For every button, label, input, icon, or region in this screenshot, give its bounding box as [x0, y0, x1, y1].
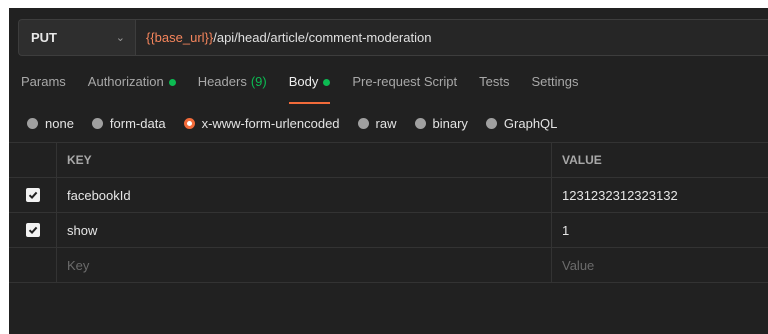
radio-label: raw — [375, 115, 397, 131]
status-dot-icon — [168, 79, 176, 86]
header-check-cell — [9, 143, 57, 177]
request-tabs: Params Authorization Headers (9) Body Pre… — [21, 74, 600, 104]
column-header-key: KEY — [57, 143, 552, 177]
tab-tests[interactable]: Tests — [479, 74, 509, 104]
row-check-cell — [9, 248, 57, 282]
radio-icon — [485, 117, 497, 129]
body-type-form-data[interactable]: form-data — [91, 115, 166, 131]
headers-count: (9) — [250, 74, 267, 89]
body-type-none[interactable]: none — [27, 116, 74, 131]
body-type-graphql[interactable]: GraphQL — [485, 115, 558, 131]
tab-label: Authorization — [87, 74, 164, 89]
row-check-cell — [9, 178, 57, 212]
table-row: facebookId 1231232312323132 — [9, 178, 768, 213]
body-type-options: none form-data x-www-form-urlencoded raw… — [27, 114, 575, 132]
body-type-raw[interactable]: raw — [357, 115, 397, 131]
radio-icon — [27, 117, 38, 129]
body-type-urlencoded[interactable]: x-www-form-urlencoded — [183, 115, 340, 131]
row-check-cell — [9, 213, 57, 247]
params-table: KEY VALUE facebookId 1231232312323132 sh… — [9, 142, 768, 283]
tab-headers[interactable]: Headers (9) — [198, 74, 267, 104]
tab-label: Settings — [531, 74, 579, 89]
table-header-row: KEY VALUE — [9, 142, 768, 178]
postman-request-panel: PUT ⌄ {{base_url}}/api/head/article/comm… — [9, 8, 768, 334]
radio-icon — [357, 117, 369, 129]
tab-settings[interactable]: Settings — [531, 74, 578, 104]
tab-label: Tests — [479, 74, 510, 89]
radio-label: x-www-form-urlencoded — [201, 115, 340, 131]
table-row: show 1 — [9, 213, 768, 248]
row-key[interactable]: facebookId — [57, 178, 552, 212]
tab-authorization[interactable]: Authorization — [88, 74, 176, 104]
tab-label: Headers — [197, 74, 247, 89]
tab-label: Pre-request Script — [352, 74, 458, 89]
radio-label: GraphQL — [503, 115, 558, 131]
radio-label: form-data — [109, 115, 166, 131]
tab-label: Body — [288, 74, 319, 89]
radio-icon — [414, 117, 426, 129]
radio-label: binary — [432, 115, 468, 131]
method-select[interactable]: PUT ⌄ — [18, 19, 135, 56]
body-type-binary[interactable]: binary — [414, 115, 468, 131]
column-header-value: VALUE — [562, 153, 602, 167]
row-key[interactable]: show — [57, 213, 552, 247]
radio-icon — [91, 117, 103, 129]
method-label: PUT — [31, 30, 57, 45]
tab-label: Params — [21, 74, 66, 89]
radio-selected-icon — [183, 117, 195, 129]
radio-label: none — [45, 115, 74, 131]
tab-body[interactable]: Body — [288, 74, 331, 104]
tab-pre-request-script[interactable]: Pre-request Script — [352, 74, 457, 104]
checkbox-checked-icon[interactable] — [25, 223, 40, 237]
status-dot-icon — [323, 79, 331, 86]
tab-params[interactable]: Params — [21, 74, 66, 104]
new-value-input[interactable]: Value — [552, 248, 768, 282]
row-value[interactable]: 1231232312323132 — [552, 178, 768, 212]
row-value[interactable]: 1 — [552, 213, 768, 247]
url-variable: {{base_url}} — [146, 30, 214, 45]
chevron-down-icon: ⌄ — [115, 32, 125, 44]
new-key-input[interactable]: Key — [57, 248, 552, 282]
url-bar: PUT ⌄ {{base_url}}/api/head/article/comm… — [18, 19, 768, 56]
table-row-empty: Key Value — [9, 248, 768, 283]
url-path: /api/head/article/comment-moderation — [213, 30, 432, 45]
checkbox-checked-icon[interactable] — [25, 188, 40, 202]
url-input[interactable]: {{base_url}}/api/head/article/comment-mo… — [135, 19, 768, 56]
